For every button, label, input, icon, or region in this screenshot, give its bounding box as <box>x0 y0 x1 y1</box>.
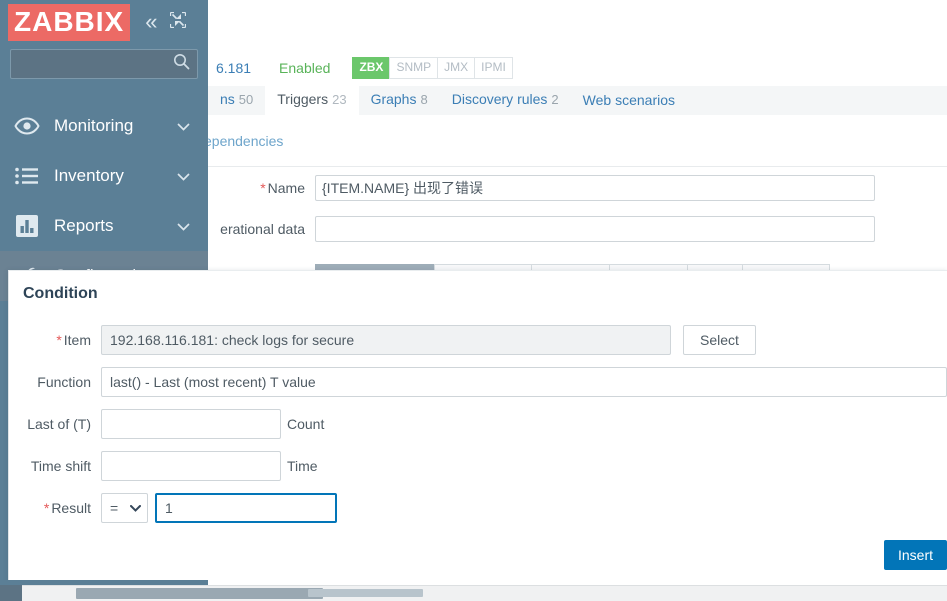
sidebar-header-icons: « <box>145 11 187 33</box>
interface-badge-snmp: SNMP <box>389 57 438 79</box>
fullscreen-icon[interactable] <box>170 11 187 33</box>
interface-badge-jmx: JMX <box>437 57 475 79</box>
interface-badge-ipmi: IPMI <box>474 57 513 79</box>
tab-graphs-count: 8 <box>420 92 428 108</box>
result-value-input[interactable] <box>155 493 337 523</box>
scrollbar-corner <box>0 585 22 601</box>
trigger-name-input[interactable]: {ITEM.NAME} 出现了错误 <box>315 174 875 201</box>
required-asterisk-item: * <box>56 332 62 348</box>
item-row: * Item 192.168.116.181: check logs for se… <box>9 319 947 361</box>
item-label-text: Item <box>63 332 91 348</box>
eye-icon <box>12 111 42 141</box>
chevron-down-icon-inventory <box>177 170 190 183</box>
sidebar-item-inventory-label: Inventory <box>54 166 124 185</box>
time-shift-row: Time shift Time <box>9 445 947 487</box>
sidebar-item-monitoring-label: Monitoring <box>54 116 134 135</box>
tab-discovery-rules[interactable]: Discovery rules 2 <box>440 85 571 115</box>
app-root: 6.181 Enabled ZBX SNMP JMX IPMI ns 50 Tri… <box>0 0 947 601</box>
tab-items[interactable]: ns 50 <box>208 85 265 115</box>
chevron-down-icon <box>130 504 141 512</box>
host-status-enabled[interactable]: Enabled <box>279 60 330 76</box>
tab-web-scenarios-label: Web scenarios <box>582 91 675 108</box>
scrollbar-thumb-primary[interactable] <box>76 588 323 599</box>
operational-data-label: erational data <box>220 220 305 237</box>
tab-triggers[interactable]: Triggers 23 <box>265 85 359 115</box>
function-label: Function <box>37 374 91 390</box>
function-select[interactable]: last() - Last (most recent) T value <box>101 367 947 397</box>
sidebar-item-reports[interactable]: Reports <box>0 201 208 251</box>
item-select-button[interactable]: Select <box>683 325 756 355</box>
chevron-down-icon-monitoring <box>177 120 190 133</box>
tab-graphs-label: Graphs <box>370 91 417 108</box>
trigger-name-label: * Name <box>208 180 315 196</box>
function-row: Function last() - Last (most recent) T v… <box>9 361 947 403</box>
tab-discovery-rules-count: 2 <box>551 92 559 108</box>
bar-chart-icon <box>12 211 42 241</box>
insert-button[interactable]: Insert <box>883 540 947 570</box>
chevron-double-left-icon[interactable]: « <box>145 11 157 33</box>
last-of-t-row: Last of (T) Count <box>9 403 947 445</box>
last-of-t-label: Last of (T) <box>27 416 91 432</box>
chevron-down-icon-reports <box>177 220 190 233</box>
tab-web-scenarios[interactable]: Web scenarios <box>571 86 687 115</box>
result-operator-select[interactable]: = <box>101 493 148 523</box>
time-shift-unit-label: Time <box>287 458 318 474</box>
item-label: * Item <box>9 332 101 348</box>
time-shift-label: Time shift <box>30 458 91 474</box>
condition-dialog-footer: Insert <box>883 540 947 570</box>
interface-badge-group: ZBX SNMP JMX IPMI <box>352 57 513 79</box>
horizontal-scrollbar[interactable] <box>0 585 947 601</box>
sidebar-bottom-fill <box>0 580 208 585</box>
trigger-name-row: * Name {ITEM.NAME} 出现了错误 <box>208 167 947 208</box>
last-of-t-input[interactable] <box>101 409 281 439</box>
result-operator-value: = <box>110 500 119 516</box>
sidebar-item-monitoring[interactable]: Monitoring <box>0 101 208 151</box>
zabbix-logo[interactable]: ZABBIX <box>8 3 131 41</box>
tab-graphs[interactable]: Graphs 8 <box>359 85 440 115</box>
tab-triggers-count: 23 <box>332 92 347 108</box>
tab-discovery-rules-label: Discovery rules <box>451 91 548 108</box>
search-input[interactable] <box>11 50 225 78</box>
sidebar-item-inventory[interactable]: Inventory <box>0 151 208 201</box>
tab-items-count: 50 <box>238 92 254 108</box>
result-row: * Result = <box>9 487 947 529</box>
scrollbar-thumb-secondary[interactable] <box>308 589 423 597</box>
trigger-name-label-text: Name <box>267 179 305 196</box>
result-label-text: Result <box>51 500 91 516</box>
interface-badge-zbx: ZBX <box>352 57 390 79</box>
host-status-strip: 6.181 Enabled ZBX SNMP JMX IPMI <box>208 50 947 86</box>
list-icon <box>12 161 42 191</box>
condition-dialog: Condition * Item 192.168.116.181: check l… <box>8 270 947 586</box>
tab-triggers-label: Triggers <box>277 91 329 108</box>
trigger-form-background: * Name {ITEM.NAME} 出现了错误 erational data <box>208 167 947 249</box>
last-of-t-unit-label: Count <box>287 416 325 432</box>
required-asterisk: * <box>260 179 266 196</box>
subtab-dependencies[interactable]: ependencies <box>204 133 283 149</box>
condition-dialog-body: * Item 192.168.116.181: check logs for se… <box>9 303 947 529</box>
condition-dialog-title: Condition <box>23 285 98 302</box>
form-subtab-strip: ependencies <box>204 115 947 167</box>
result-label: * Result <box>9 500 101 516</box>
sidebar-header: ZABBIX « <box>0 0 208 44</box>
item-field[interactable]: 192.168.116.181: check logs for secure <box>101 325 671 355</box>
tab-items-label: ns <box>220 91 235 108</box>
required-asterisk-result: * <box>43 500 50 516</box>
sidebar-item-reports-label: Reports <box>54 216 114 235</box>
entity-tab-strip: ns 50 Triggers 23 Graphs 8 Discovery rules 2… <box>208 85 947 115</box>
sidebar-search[interactable] <box>10 49 225 79</box>
operational-data-row: erational data <box>208 208 947 249</box>
operational-data-input[interactable] <box>315 215 875 242</box>
time-shift-input[interactable] <box>101 451 281 481</box>
